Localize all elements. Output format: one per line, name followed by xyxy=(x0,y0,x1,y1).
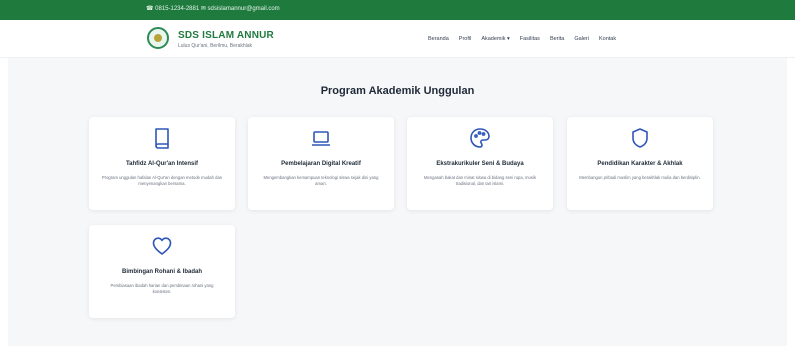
program-description: Membangun pribadi muslim yang berakhlak … xyxy=(579,175,701,180)
program-title: Ekstrakurikuler Seni & Budaya xyxy=(436,161,524,167)
program-title: Tahfidz Al-Qur'an Intensif xyxy=(125,161,199,167)
program-title: Pendidikan Karakter & Akhlak xyxy=(597,161,683,167)
contact-info: ☎ 0815-1234-2881 ✉ sdsislamannur@gmail.c… xyxy=(146,6,280,12)
program-title: Bimbingan Rohani & Ibadah xyxy=(121,269,202,275)
nav-item-berita[interactable]: Berita xyxy=(550,36,564,42)
program-description: Program unggulan hafalan Al-Qur'an denga… xyxy=(101,175,223,186)
nav-item-fasilitas[interactable]: Fasilitas xyxy=(520,36,540,42)
school-name[interactable]: SDS ISLAM ANNUR xyxy=(178,30,274,41)
program-description: Pembiasaan ibadah harian dan pembinaan r… xyxy=(110,283,214,294)
program-card-digital[interactable]: Pembelajaran Digital Kreatif Mengembangk… xyxy=(248,117,394,210)
nav-item-akademik[interactable]: Akademik ▾ xyxy=(481,36,509,42)
book-icon xyxy=(152,127,172,149)
program-card-seni[interactable]: Ekstrakurikuler Seni & Budaya Mengasah b… xyxy=(407,117,553,210)
top-contact-bar: ☎ 0815-1234-2881 ✉ sdsislamannur@gmail.c… xyxy=(0,0,795,20)
shield-icon xyxy=(630,127,650,149)
nav-item-galeri[interactable]: Galeri xyxy=(574,36,589,42)
page-bottom xyxy=(0,346,795,361)
nav-item-profil[interactable]: Profil xyxy=(459,36,472,42)
school-tagline: Lulus Qur'ani, Berilmu, Berakhlak xyxy=(178,43,253,49)
nav-item-kontak[interactable]: Kontak xyxy=(599,36,616,42)
program-card-karakter[interactable]: Pendidikan Karakter & Akhlak Membangun p… xyxy=(567,117,713,210)
program-card-tahfidz[interactable]: Tahfidz Al-Qur'an Intensif Program unggu… xyxy=(89,117,235,210)
site-header: SDS ISLAM ANNUR Lulus Qur'ani, Berilmu, … xyxy=(0,20,795,58)
main-nav: Beranda Profil Akademik ▾ Fasilitas Beri… xyxy=(428,36,616,42)
nav-item-beranda[interactable]: Beranda xyxy=(428,36,449,42)
program-description: Mengembangkan kemampuan teknologi siswa … xyxy=(263,175,379,186)
laptop-icon xyxy=(311,127,331,149)
program-card-rohani[interactable]: Bimbingan Rohani & Ibadah Pembiasaan iba… xyxy=(89,225,235,318)
program-title: Pembelajaran Digital Kreatif xyxy=(281,161,361,167)
program-section: Program Akademik Unggulan Tahfidz Al-Qur… xyxy=(8,58,787,346)
program-description: Mengasah bakat dan minat siswa di bidang… xyxy=(424,175,536,186)
school-logo[interactable] xyxy=(147,27,169,49)
heart-icon xyxy=(152,235,172,257)
section-title: Program Akademik Unggulan xyxy=(320,85,475,97)
palette-icon xyxy=(470,127,490,149)
